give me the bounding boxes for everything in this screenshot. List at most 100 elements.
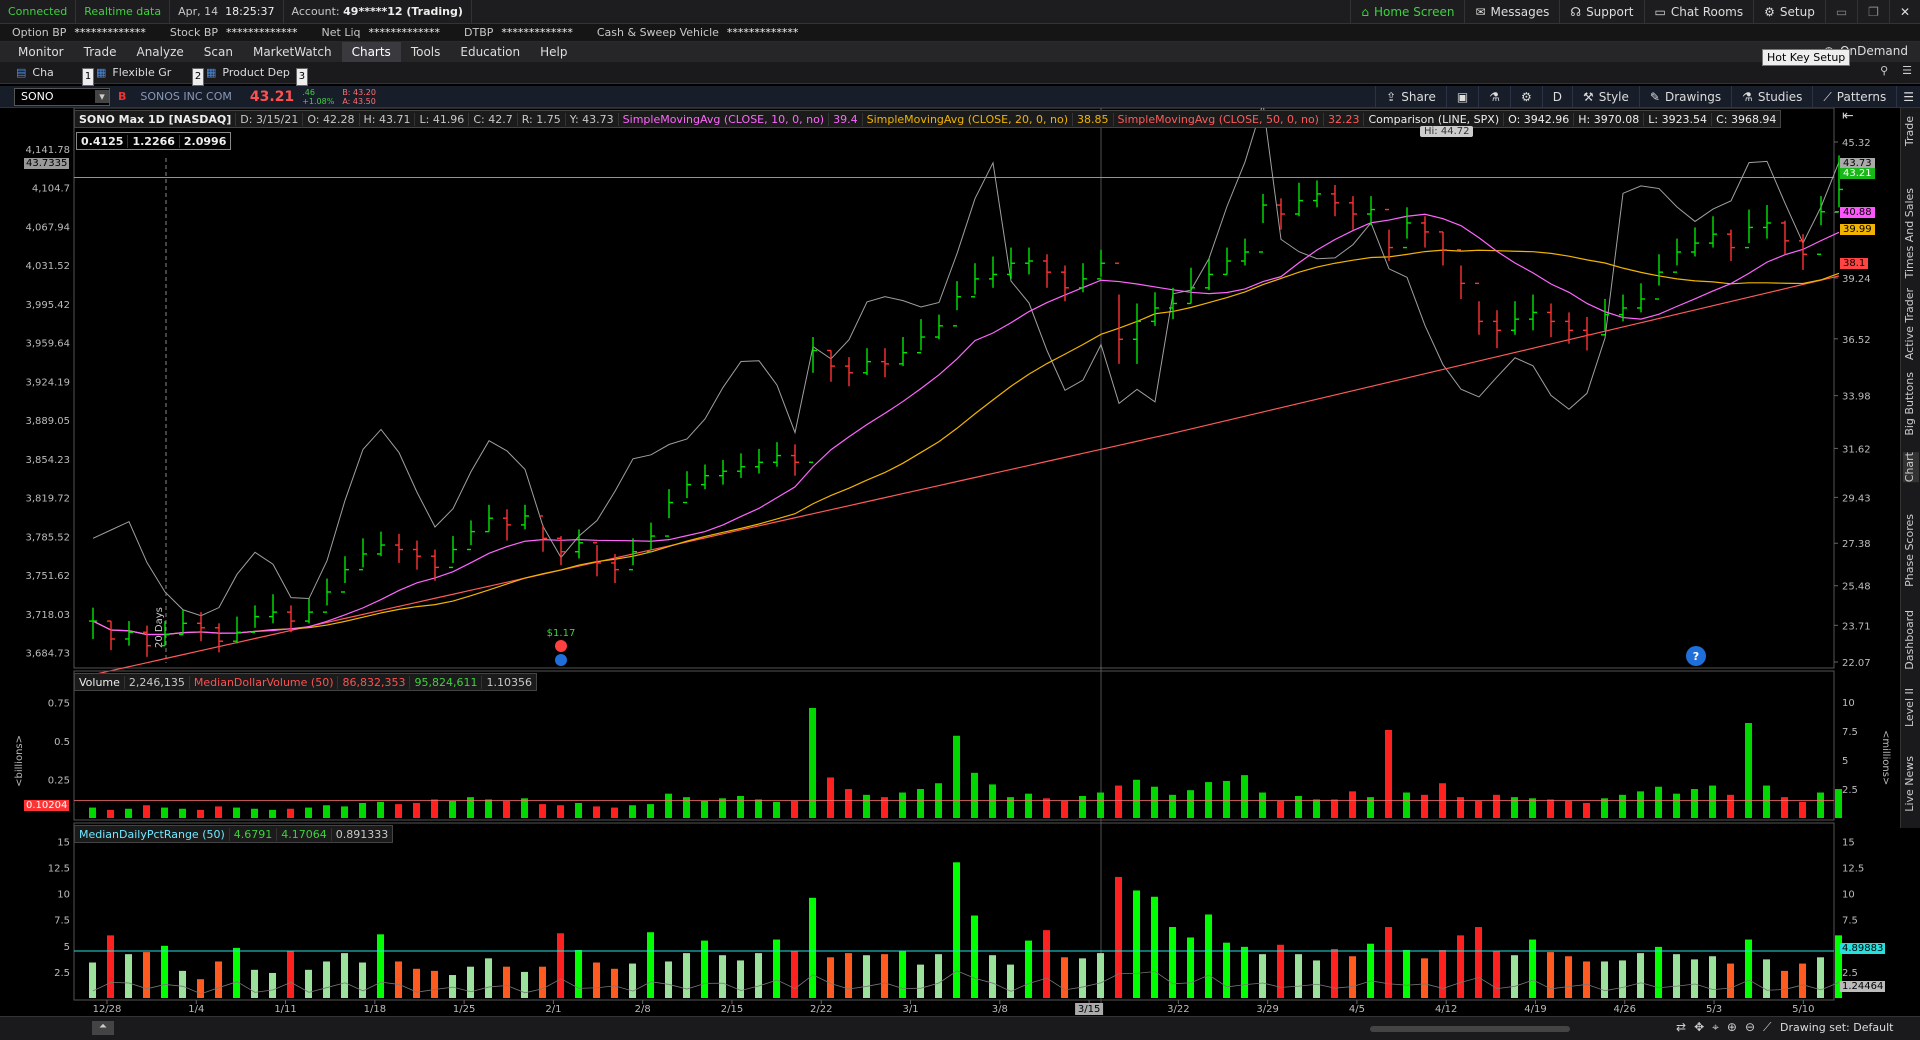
- support-button[interactable]: ☊ Support: [1559, 0, 1643, 24]
- help-icon[interactable]: ?: [1686, 646, 1706, 666]
- header-date: D: 3/15/21: [236, 112, 304, 126]
- value-box-2: 1.2266: [128, 134, 180, 148]
- side-tab-trade[interactable]: Trade: [1903, 116, 1919, 146]
- drawing-set-label[interactable]: Drawing set: Default: [1780, 1021, 1893, 1034]
- volume-bar: [269, 809, 276, 818]
- share-button[interactable]: ⇪ Share: [1375, 86, 1446, 108]
- tab-1[interactable]: ▤ Cha 1: [6, 62, 94, 86]
- studies-button[interactable]: ⚗ Studies: [1731, 86, 1812, 108]
- dropdown-arrow-icon[interactable]: ▾: [95, 90, 109, 103]
- account-field-value: *************: [74, 26, 146, 39]
- ask-price: A: 43.50: [342, 96, 376, 106]
- side-tab-active-trader[interactable]: Active Trader: [1903, 288, 1919, 360]
- expand-icon[interactable]: ✥: [1694, 1020, 1704, 1035]
- mdpr-bar: [1205, 914, 1212, 998]
- comparison-axis-tick: 3,889.05: [25, 416, 70, 427]
- x-axis-tick: 1/25: [453, 1004, 475, 1015]
- menu-icon[interactable]: ☰: [1902, 64, 1912, 77]
- close-button[interactable]: ✕: [1888, 0, 1920, 24]
- volume-bar: [809, 707, 816, 818]
- mdpr-axis-tick-right: 15: [1842, 837, 1855, 848]
- menu-education[interactable]: Education: [450, 42, 530, 62]
- menu-analyze[interactable]: Analyze: [126, 42, 193, 62]
- mdpr-bar: [431, 970, 438, 998]
- side-tab-times-and-sales[interactable]: Times And Sales: [1903, 188, 1919, 278]
- mdpr-bar: [1727, 963, 1734, 998]
- collapse-icon[interactable]: ⇤: [1842, 108, 1854, 124]
- menu-monitor[interactable]: Monitor: [8, 42, 74, 62]
- menu-charts[interactable]: Charts: [341, 42, 401, 62]
- zoom-out-icon[interactable]: ⊖: [1745, 1020, 1755, 1035]
- sma20-label[interactable]: SimpleMovingAvg (CLOSE, 20, 0, no): [863, 112, 1074, 126]
- messages-button[interactable]: ✉ Messages: [1464, 0, 1559, 24]
- x-axis-tick: 4/5: [1349, 1004, 1365, 1015]
- drawing-tool-icon[interactable]: ⟋: [1763, 1020, 1771, 1035]
- mdpr-bar: [557, 933, 564, 998]
- expand-up-icon[interactable]: ⏶: [92, 1021, 114, 1035]
- time-scrollbar[interactable]: [1370, 1026, 1570, 1032]
- timeframe-button[interactable]: D: [1541, 86, 1572, 108]
- mdpr-bar: [1745, 939, 1752, 998]
- comparison-axis-tick: 3,995.42: [25, 300, 70, 311]
- menu-scan[interactable]: Scan: [194, 42, 243, 62]
- pan-left-right-icon[interactable]: ⇄: [1676, 1020, 1686, 1035]
- mdpr-bar: [1385, 927, 1392, 998]
- volume-bar: [1727, 794, 1734, 818]
- volume-bar: [1385, 729, 1392, 818]
- style-button[interactable]: ⚒ Style: [1571, 86, 1639, 108]
- chart-area[interactable]: 45.3242.1739.2436.5233.9831.6229.4327.38…: [0, 108, 1900, 1016]
- volume-bar: [953, 735, 960, 818]
- menu-tools[interactable]: Tools: [401, 42, 451, 62]
- chart-menu-button[interactable]: ☰: [1896, 86, 1920, 108]
- grid-button[interactable]: ▣: [1445, 86, 1478, 108]
- side-tab-level-ii[interactable]: Level II: [1903, 688, 1919, 727]
- account-field-value: *************: [226, 26, 298, 39]
- symbol-input[interactable]: SONO ▾: [14, 87, 110, 106]
- mdpr-bar: [1583, 961, 1590, 998]
- patterns-icon: ⟋: [1823, 89, 1832, 104]
- sma10-label[interactable]: SimpleMovingAvg (CLOSE, 10, 0, no): [619, 112, 830, 126]
- chart-settings-button[interactable]: ⚙: [1509, 86, 1542, 108]
- chat-rooms-button[interactable]: ▭ Chat Rooms: [1643, 0, 1754, 24]
- side-tab-live-news[interactable]: Live News: [1903, 756, 1919, 812]
- volume-bar: [1799, 801, 1806, 818]
- sma50-label[interactable]: SimpleMovingAvg (CLOSE, 50, 0, no): [1114, 112, 1324, 126]
- tab-2[interactable]: ▦ Flexible Gr 2: [86, 62, 204, 86]
- restore-button[interactable]: ❐: [1857, 0, 1889, 24]
- dividend-icon[interactable]: [555, 640, 567, 652]
- drawings-button[interactable]: ✎ Drawings: [1638, 86, 1731, 108]
- side-tab-phase-scores[interactable]: Phase Scores: [1903, 514, 1919, 587]
- comparison-label[interactable]: Comparison (LINE, SPX): [1364, 112, 1505, 126]
- tab-3[interactable]: ▦ Product Dep 3: [196, 62, 308, 86]
- mdpr-bar: [1187, 937, 1194, 998]
- mdpr-title[interactable]: MedianDailyPctRange (50): [75, 827, 230, 841]
- zoom-in-icon[interactable]: ⊕: [1727, 1020, 1737, 1035]
- menu-marketwatch[interactable]: MarketWatch: [243, 42, 342, 62]
- dividend-label: $1.17: [547, 628, 576, 639]
- side-tab-big-buttons[interactable]: Big Buttons: [1903, 372, 1919, 436]
- mdv-label[interactable]: MedianDollarVolume (50): [190, 675, 339, 689]
- earnings-icon[interactable]: [555, 654, 567, 666]
- account-selector[interactable]: Account: 49*****12 (Trading): [284, 0, 472, 24]
- patterns-button[interactable]: ⟋ Patterns: [1812, 86, 1896, 108]
- connection-status: Connected: [0, 0, 77, 24]
- header-close: C: 42.7: [469, 112, 518, 126]
- home-screen-button[interactable]: ⌂ Home Screen: [1350, 0, 1464, 24]
- volume-bar: [1565, 800, 1572, 818]
- volume-title[interactable]: Volume: [75, 675, 125, 689]
- volume-axis-tick-right: 7.5: [1842, 727, 1858, 738]
- status-time: 18:25:37: [225, 5, 275, 18]
- side-tab-chart[interactable]: Chart: [1903, 452, 1919, 483]
- alert-icon[interactable]: B: [118, 90, 126, 103]
- link-icon[interactable]: ⚲: [1880, 64, 1888, 77]
- flask-button[interactable]: ⚗: [1478, 86, 1510, 108]
- crosshair-icon[interactable]: ⌖: [1712, 1020, 1719, 1035]
- mdpr-bar: [755, 953, 762, 998]
- menu-help[interactable]: Help: [530, 42, 577, 62]
- menu-trade[interactable]: Trade: [74, 42, 127, 62]
- menu-icon: ☰: [1903, 90, 1914, 104]
- minimize-button[interactable]: ▭: [1824, 0, 1857, 24]
- side-tab-dashboard[interactable]: Dashboard: [1903, 610, 1919, 670]
- setup-button[interactable]: ⚙ Setup: [1753, 0, 1825, 24]
- volume-value: 2,246,135: [125, 675, 190, 689]
